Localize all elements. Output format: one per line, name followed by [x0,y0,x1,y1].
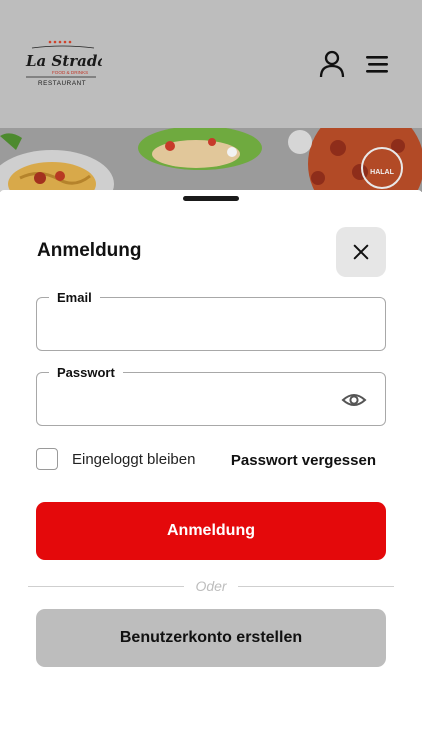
app-header: La Strada FOOD & DRINKS RESTAURANT [0,0,422,128]
login-sheet: Anmeldung Email Passwort Eingeloggt blei… [0,190,422,750]
email-input[interactable] [51,312,331,338]
user-account-button[interactable] [318,50,346,78]
hamburger-menu-icon [366,56,388,73]
close-icon [353,244,369,260]
create-account-button[interactable]: Benutzerkonto erstellen [36,609,386,667]
remember-me-checkbox[interactable] [36,448,58,470]
password-field[interactable]: Passwort [36,364,386,426]
menu-button[interactable] [364,52,390,76]
divider-line-right [238,586,394,587]
email-field[interactable]: Email [36,289,386,351]
password-input[interactable] [51,387,331,413]
restaurant-logo[interactable]: La Strada FOOD & DRINKS RESTAURANT [22,38,107,90]
la-strada-logo-icon: La Strada FOOD & DRINKS RESTAURANT [25,40,107,87]
forgot-password-link[interactable]: Passwort vergessen [231,452,376,469]
user-icon [319,50,345,78]
sheet-drag-handle[interactable] [183,196,239,201]
eye-icon[interactable] [341,390,367,410]
food-banner-image: HALAL [0,128,422,192]
halal-badge-text: HALAL [370,169,394,176]
remember-me-toggle[interactable]: Eingeloggt bleiben [36,448,195,470]
or-divider: Oder [28,576,394,596]
logo-name-text: La Strada [25,52,102,70]
login-button[interactable]: Anmeldung [36,502,386,560]
remember-me-label: Eingeloggt bleiben [72,450,196,468]
close-button[interactable] [336,227,386,277]
email-label: Email [49,289,100,307]
login-title: Anmeldung [37,240,142,261]
food-banner-illustration: HALAL [0,128,422,192]
password-label: Passwort [49,364,123,382]
logo-tagline-text: FOOD & DRINKS [52,70,88,75]
logo-restaurant-text: RESTAURANT [38,80,86,87]
